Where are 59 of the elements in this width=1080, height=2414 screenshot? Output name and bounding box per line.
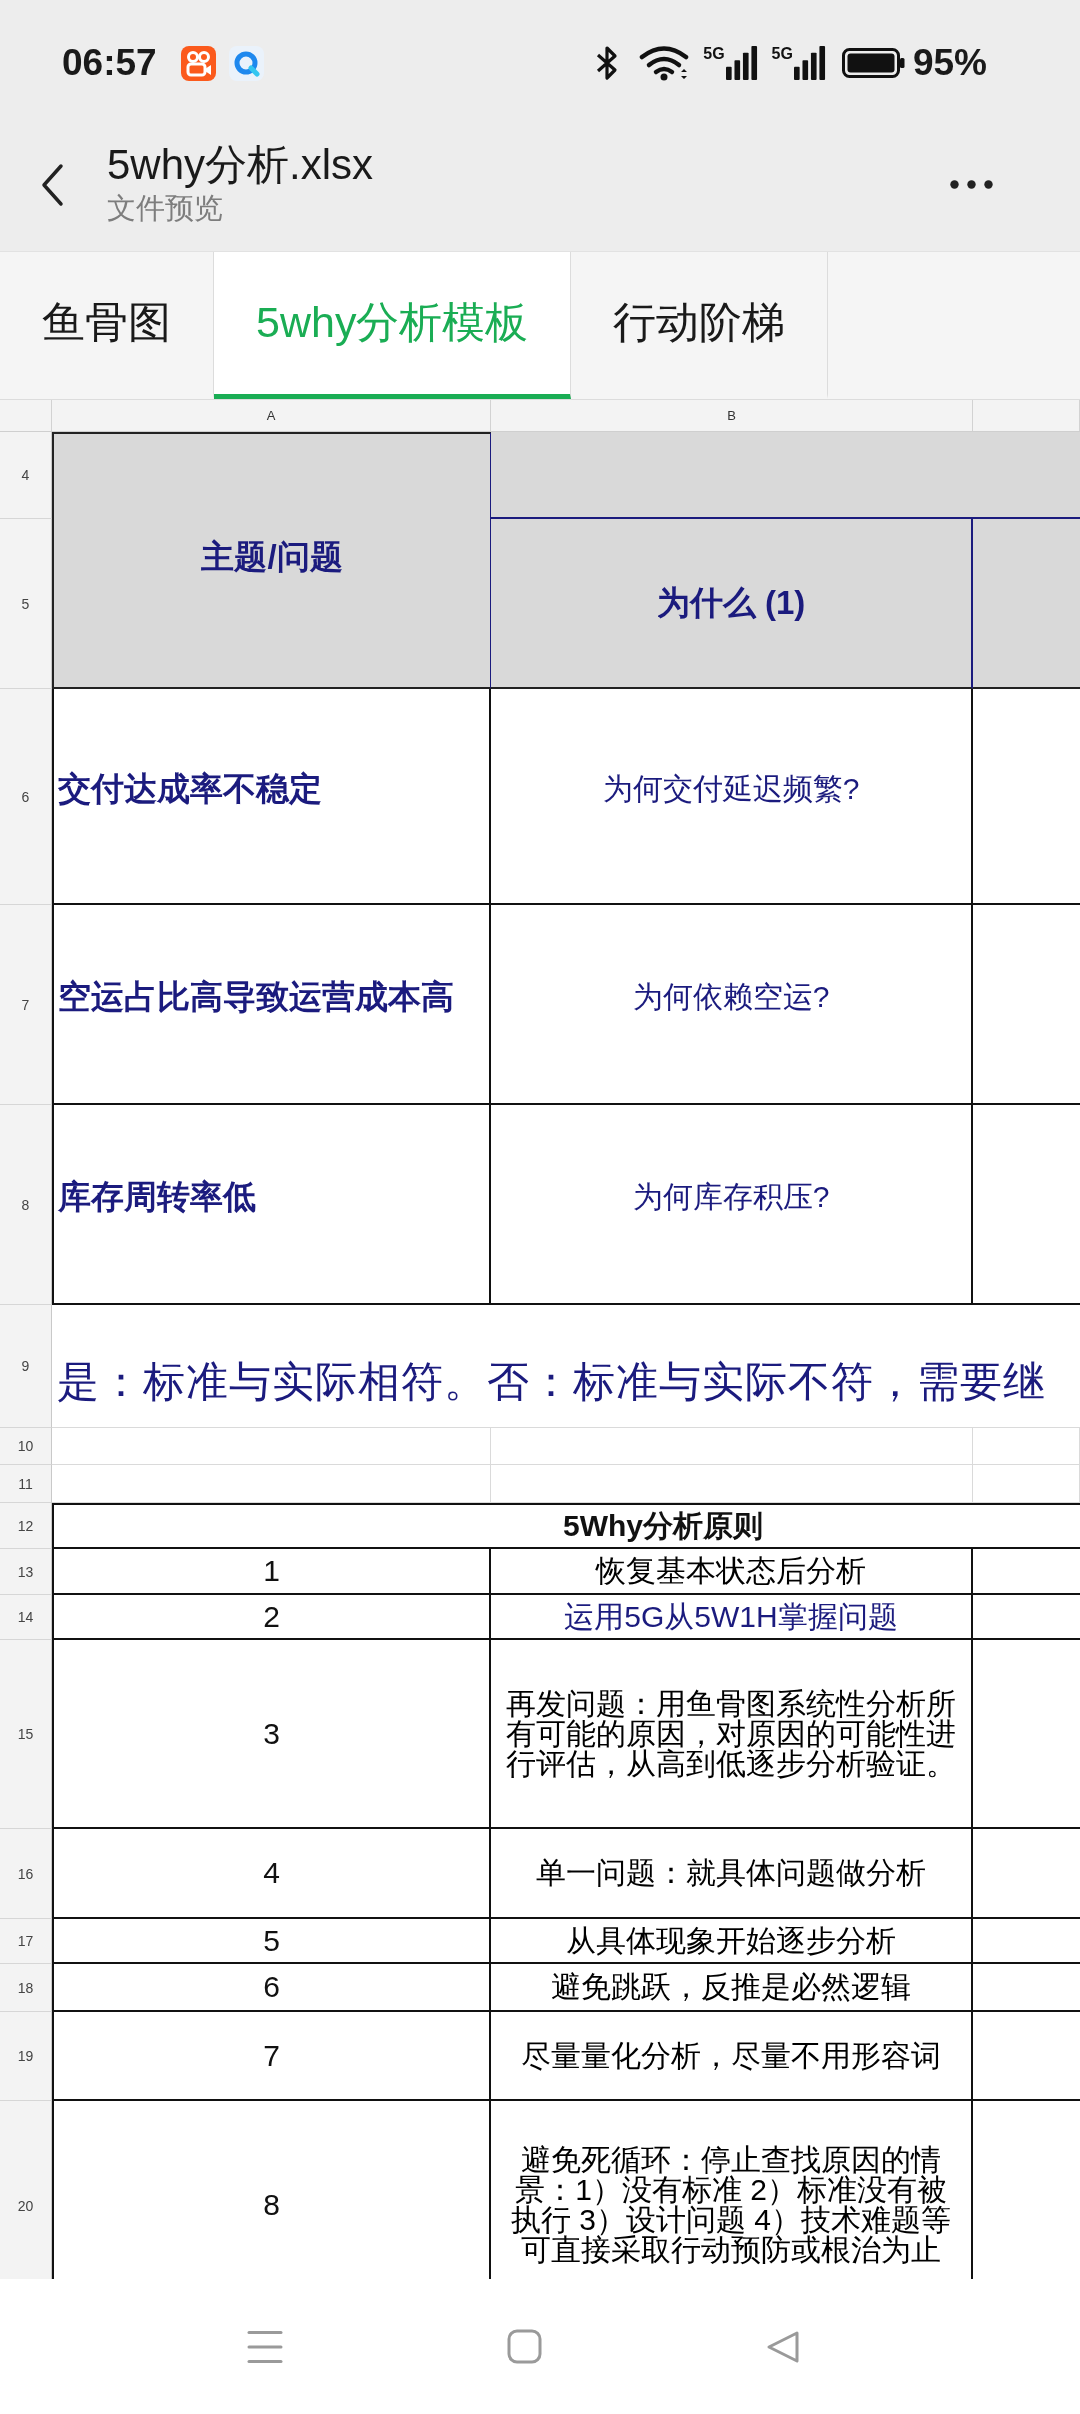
table-cell: 为何交付延迟频繁?: [491, 689, 973, 905]
note-text: 是：标准与实际相符。否：标准与实际不符，需要继: [57, 1359, 1046, 1405]
table-cell: 为何依赖空运?: [491, 905, 973, 1105]
table-cell: 5Why分析原则: [52, 1503, 1080, 1549]
table-cell: 恢复基本状态后分析: [491, 1549, 973, 1595]
network-type-label: 5G: [771, 46, 793, 62]
row-number: 8: [0, 1105, 52, 1305]
table-header-cell: 为什么 (1): [491, 519, 973, 689]
signal-icon: [793, 46, 826, 80]
row-number: 4: [0, 432, 52, 519]
row-number: 11: [0, 1465, 52, 1503]
battery-percentage: 95%: [912, 42, 987, 84]
battery-icon: [841, 48, 905, 78]
row-number: 19: [0, 2012, 52, 2101]
table-cell: 尽量量化分析，尽量不用形容词: [491, 2012, 973, 2101]
row-number: 9: [0, 1305, 52, 1428]
table-cell: 单一问题：就具体问题做分析: [491, 1829, 973, 1919]
wifi-icon: [639, 45, 690, 81]
menu-icon[interactable]: [247, 2329, 283, 2364]
row-number: 17: [0, 1919, 52, 1964]
table-header-cell: 主题/问题: [52, 432, 491, 689]
more-icon[interactable]: [950, 180, 993, 189]
row-number: 12: [0, 1503, 52, 1549]
table-cell: 交付达成率不稳定: [52, 689, 491, 905]
table-cell: 运用5G从5W1H掌握问题: [491, 1595, 973, 1640]
row-number: 6: [0, 689, 52, 905]
table-cell: 4: [52, 1829, 491, 1919]
document-title: 5why分析.xlsx: [107, 139, 374, 190]
table-cell: 再发问题：用鱼骨图系统性分析所有可能的原因，对原因的可能性进行评估，从高到低逐步分析验证。: [491, 1640, 973, 1829]
table-cell: 从具体现象开始逐步分析: [491, 1919, 973, 1964]
column-header: A: [52, 400, 491, 431]
table-cell: 2: [52, 1595, 491, 1640]
row-number: 13: [0, 1549, 52, 1595]
clock-time: 06:57: [62, 42, 157, 84]
app-notification-icon: [180, 45, 216, 81]
row-number: 18: [0, 1964, 52, 2012]
home-icon[interactable]: [507, 2329, 542, 2364]
network-type-label: 5G: [703, 46, 725, 62]
column-header: B: [491, 400, 973, 431]
document-subtitle: 文件预览: [107, 190, 224, 226]
row-number: 7: [0, 905, 52, 1105]
back-icon[interactable]: [40, 162, 64, 207]
row-number: 16: [0, 1829, 52, 1919]
app-notification-icon: [228, 45, 264, 81]
row-number: 14: [0, 1595, 52, 1640]
row-number: 20: [0, 2101, 52, 2279]
signal-icon: [725, 46, 758, 80]
row-number: 5: [0, 519, 52, 689]
table-cell: 1: [52, 1549, 491, 1595]
table-cell: 6: [52, 1964, 491, 2012]
table-cell: 避免跳跃，反推是必然逻辑: [491, 1964, 973, 2012]
table-cell: 空运占比高导致运营成本高: [52, 905, 491, 1105]
table-cell: 为何库存积压?: [491, 1105, 973, 1305]
row-number: 15: [0, 1640, 52, 1829]
table-cell: 5: [52, 1919, 491, 1964]
row-number: 10: [0, 1428, 52, 1465]
table-cell: 7: [52, 2012, 491, 2101]
table-cell: 库存周转率低: [52, 1105, 491, 1305]
table-cell: 3: [52, 1640, 491, 1829]
